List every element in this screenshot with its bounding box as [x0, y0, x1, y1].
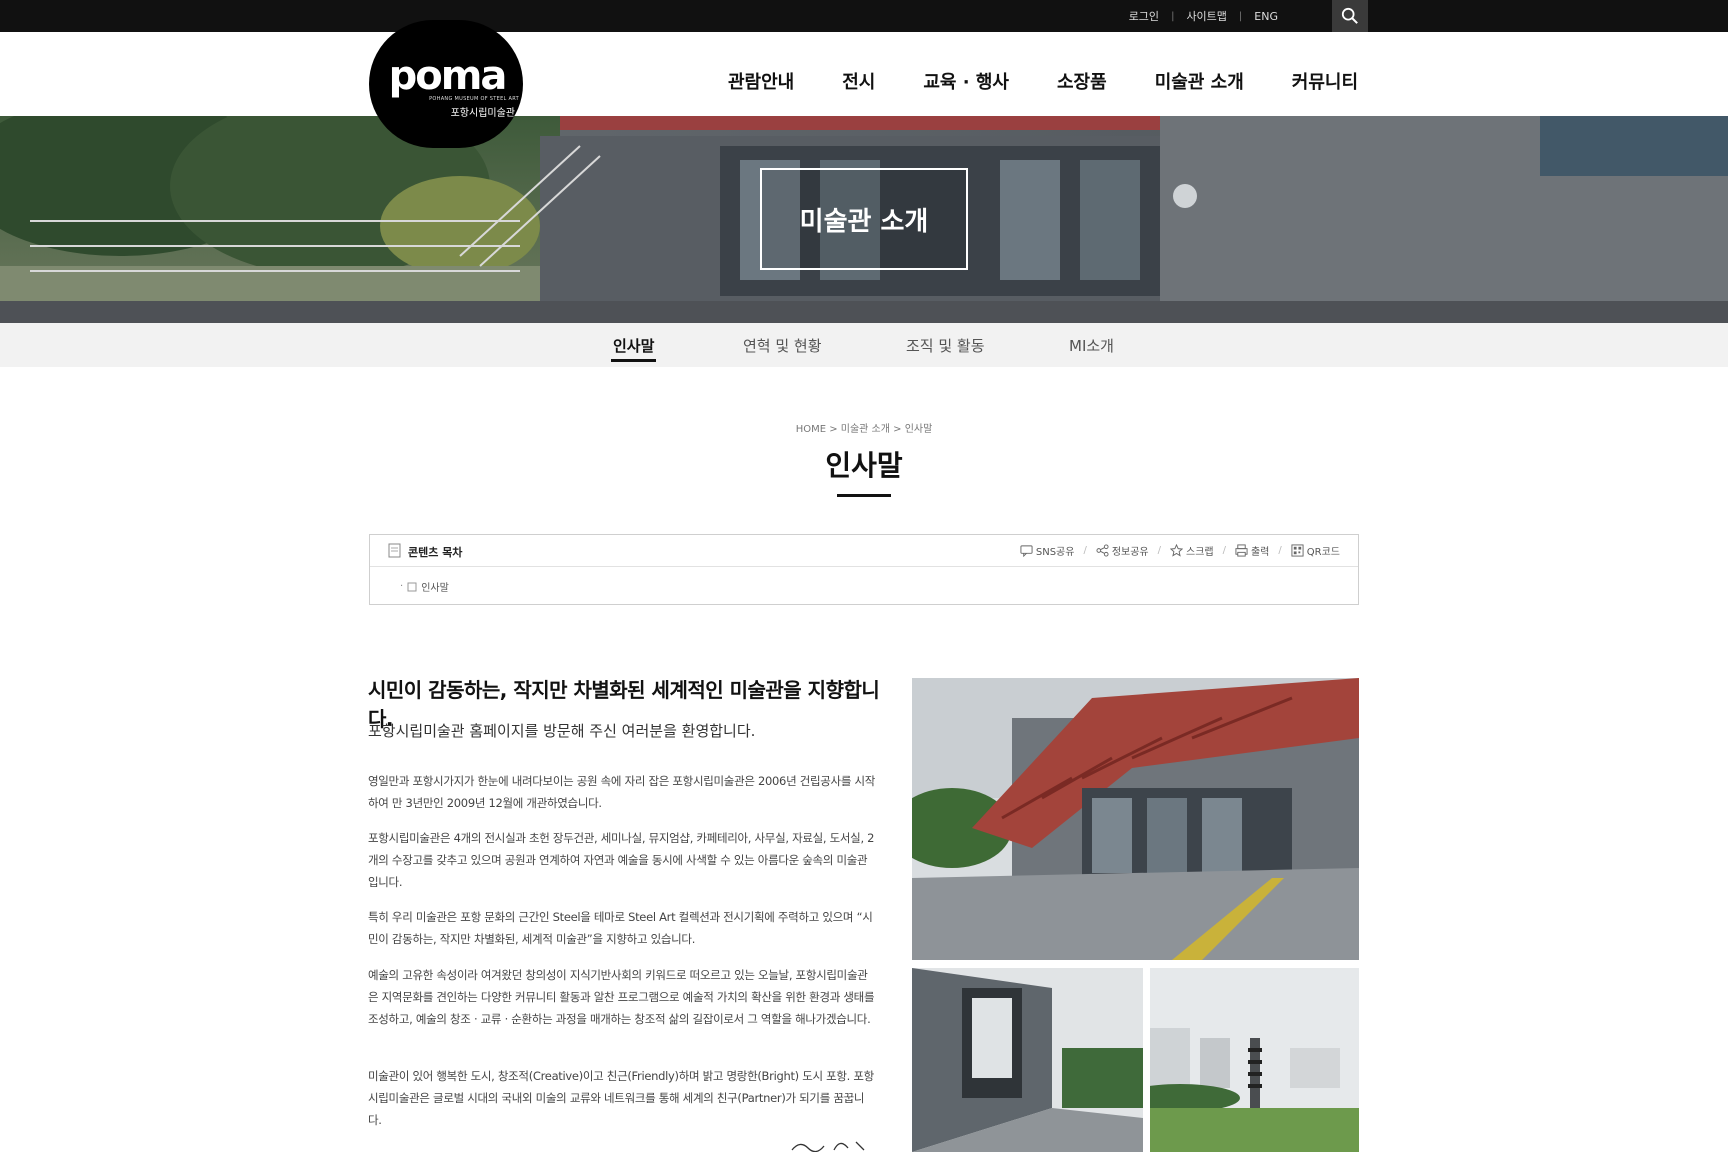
scrap-label: 스크랩 — [1186, 547, 1214, 558]
museum-entrance-illustration — [912, 678, 1359, 960]
site-logo[interactable]: poma POHANG MUSEUM OF STEEL ART 포항시립미술관 — [369, 20, 523, 148]
tool-separator: / — [1222, 545, 1226, 556]
qr-code-label: QR코드 — [1306, 547, 1340, 558]
article-paragraph: 특히 우리 미술관은 포항 문화의 근간인 Steel을 테마로 Steel A… — [368, 910, 873, 946]
logo-sub-ko: 포항시립미술관 — [450, 108, 515, 119]
print-label: 출력 — [1250, 547, 1270, 558]
sns-share-button[interactable]: SNS공유 — [1020, 543, 1075, 558]
utility-separator: | — [1238, 10, 1243, 22]
nav-item-community[interactable]: 커뮤니티 — [1292, 68, 1358, 94]
global-nav: 관람안내 전시 교육 · 행사 소장품 미술관 소개 커뮤니티 — [728, 68, 1358, 94]
search-icon — [1341, 7, 1358, 24]
tool-separator: / — [1083, 545, 1087, 556]
print-icon — [1235, 544, 1248, 557]
info-share-button[interactable]: 정보공유 — [1096, 543, 1149, 558]
article-paragraph: 영일만과 포항시가지가 한눈에 내려다보이는 공원 속에 자리 잡은 포항시립미… — [368, 774, 876, 810]
sub-nav: 인사말 연혁 및 현황 조직 및 활동 MI소개 — [0, 323, 1728, 367]
logo-word: poma — [388, 53, 508, 99]
login-link[interactable]: 로그인 — [1129, 8, 1159, 24]
sculpture-park-illustration — [1150, 968, 1359, 1152]
nav-item-about[interactable]: 미술관 소개 — [1155, 68, 1244, 94]
share-icon — [1096, 544, 1109, 557]
museum-entrance-photo — [912, 678, 1359, 960]
article-paragraph: 미술관이 있어 행복한 도시, 창조적(Creative)이고 친근(Frien… — [368, 1069, 874, 1127]
nav-item-collection[interactable]: 소장품 — [1057, 68, 1107, 94]
article-paragraph: 포항시립미술관은 4개의 전시실과 초헌 장두건관, 세미나실, 뮤지엄샵, 카… — [368, 831, 875, 889]
toc-bullet: · — [400, 581, 404, 592]
utility-separator: | — [1171, 10, 1175, 22]
contents-tools: SNS공유 / 정보공유 / 스크랩 / 출력 / QR코드 — [1020, 543, 1340, 558]
toc-item-label: 인사말 — [421, 583, 449, 594]
tab-mi[interactable]: MI소개 — [1069, 335, 1114, 356]
scrap-button[interactable]: 스크랩 — [1170, 543, 1214, 558]
museum-facade-illustration — [912, 968, 1143, 1152]
top-utility-bar: 로그인 | 사이트맵 | ENG — [0, 0, 1728, 32]
search-button[interactable] — [1332, 0, 1368, 32]
tab-history[interactable]: 연혁 및 현황 — [743, 335, 822, 356]
star-icon — [1170, 544, 1183, 557]
tool-separator: / — [1157, 545, 1161, 556]
museum-facade-photo — [912, 968, 1143, 1152]
sculpture-park-photo — [1150, 968, 1359, 1152]
contents-label: 콘텐츠 목차 — [408, 546, 463, 559]
article-paragraph: 예술의 고유한 속성이라 여겨왔던 창의성이 지식기반사회의 키워드로 떠오르고… — [368, 968, 875, 1026]
breadcrumb: HOME > 미술관 소개 > 인사말 — [795, 424, 933, 435]
site-header: 관람안내 전시 교육 · 행사 소장품 미술관 소개 커뮤니티 — [0, 32, 1728, 116]
speech-bubble-icon — [1020, 545, 1033, 557]
logo-sub-en: POHANG MUSEUM OF STEEL ART — [429, 96, 519, 102]
utility-links: 로그인 | 사이트맵 | ENG — [1129, 0, 1278, 32]
print-button[interactable]: 출력 — [1235, 543, 1269, 558]
small-document-icon — [407, 582, 417, 591]
hero-title: 미술관 소개 — [760, 168, 968, 270]
nav-item-exhibition[interactable]: 전시 — [842, 68, 875, 94]
contents-box: 콘텐츠 목차 SNS공유 / 정보공유 / 스크랩 / 출력 / QR코드 · … — [369, 534, 1359, 605]
contents-header: 콘텐츠 목차 SNS공유 / 정보공유 / 스크랩 / 출력 / QR코드 — [370, 535, 1358, 567]
document-icon — [388, 543, 401, 558]
qr-code-button[interactable]: QR코드 — [1291, 543, 1340, 558]
tab-organization[interactable]: 조직 및 활동 — [906, 335, 985, 356]
toc-item-greeting[interactable]: · 인사말 — [400, 579, 449, 594]
nav-item-education[interactable]: 교육 · 행사 — [923, 68, 1009, 94]
title-underline — [837, 494, 891, 497]
sns-share-label: SNS공유 — [1035, 547, 1075, 558]
qr-code-icon — [1291, 544, 1304, 557]
sitemap-link[interactable]: 사이트맵 — [1186, 8, 1226, 24]
tab-greeting[interactable]: 인사말 — [613, 335, 654, 356]
nav-item-visit[interactable]: 관람안내 — [728, 68, 794, 94]
info-share-label: 정보공유 — [1111, 547, 1149, 558]
tool-separator: / — [1278, 545, 1282, 556]
signature-image — [791, 1141, 865, 1152]
eng-link[interactable]: ENG — [1254, 10, 1278, 23]
active-tab-underline — [611, 359, 656, 362]
article-welcome: 포항시립미술관 홈페이지를 방문해 주신 여러분을 환영합니다. — [368, 722, 756, 740]
hero-banner: 미술관 소개 — [0, 116, 1728, 323]
page-title: 인사말 — [825, 449, 903, 482]
